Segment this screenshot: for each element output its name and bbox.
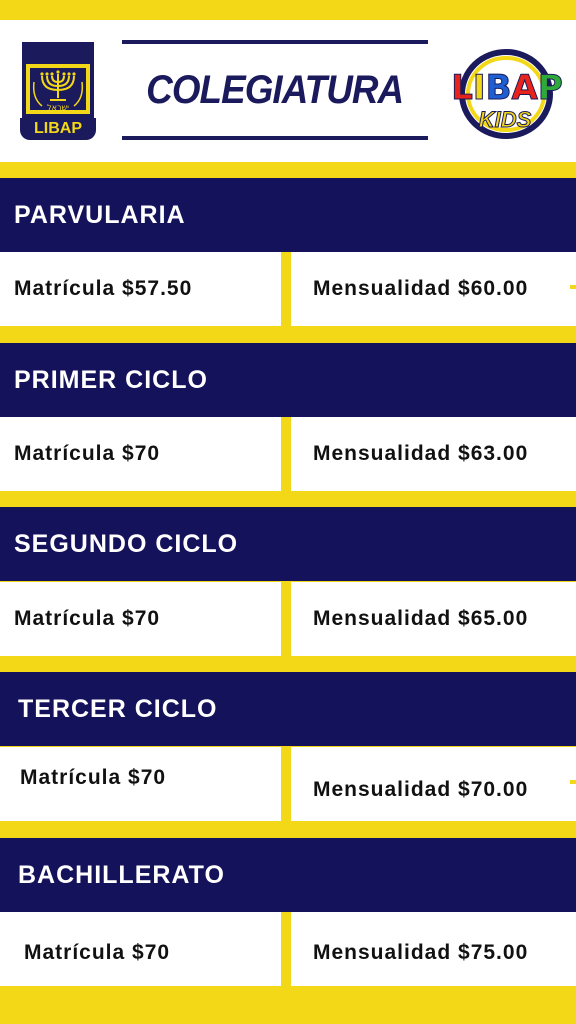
logo-letter-l: L: [451, 68, 474, 109]
section-tercer-ciclo: TERCER CICLO: [0, 672, 576, 746]
section-bachillerato: BACHILLERATO: [0, 838, 576, 912]
mensualidad-cell: Mensualidad $65.00: [291, 582, 576, 656]
section-title: SEGUNDO CICLO: [14, 530, 239, 558]
logo-hebrew-text: ישראל: [47, 103, 69, 112]
matricula-cell: Matrícula $70: [0, 582, 281, 656]
section-title: PARVULARIA: [14, 201, 186, 229]
mensualidad-text: Mensualidad $70.00: [313, 778, 529, 801]
title-box: COLEGIATURA: [122, 40, 428, 140]
logo-letter-p: P: [537, 68, 563, 109]
header: LICEO BAUTISTA PANAMERICANO ישראל LIBAP …: [0, 20, 576, 162]
mensualidad-text: Mensualidad $75.00: [313, 941, 529, 964]
logo-letter-b: B: [485, 68, 512, 109]
section-segundo-ciclo: SEGUNDO CICLO: [0, 507, 576, 581]
logo-line2: PANAMERICANO: [28, 52, 88, 60]
libap-logo: LICEO BAUTISTA PANAMERICANO ישראל LIBAP: [20, 42, 96, 140]
matricula-text: Matrícula $57.50: [14, 277, 193, 300]
mensualidad-cell: Mensualidad $75.00: [291, 912, 576, 986]
arrow-mark: [570, 780, 576, 784]
mensualidad-text: Mensualidad $65.00: [313, 607, 529, 630]
matricula-text: Matrícula $70: [20, 766, 167, 789]
matricula-cell: Matrícula $70: [0, 417, 281, 491]
section-primer-ciclo: PRIMER CICLO: [0, 343, 576, 417]
mensualidad-cell: Mensualidad $60.00: [291, 252, 576, 326]
libap-kids-letters: LIBAP: [448, 68, 566, 109]
libap-logo-label: LIBAP: [20, 118, 96, 140]
libap-kids-logo: LIBAP KIDS: [444, 40, 566, 140]
mensualidad-text: Mensualidad $60.00: [313, 277, 529, 300]
logo-line1: LICEO BAUTISTA: [26, 43, 90, 52]
matricula-text: Matrícula $70: [14, 607, 161, 630]
libap-kids-subtitle: KIDS: [478, 107, 532, 132]
section-parvularia: PARVULARIA: [0, 178, 576, 252]
arrow-mark: [570, 285, 576, 289]
section-title: BACHILLERATO: [18, 861, 225, 889]
libap-logo-top-text: LICEO BAUTISTA PANAMERICANO: [20, 42, 96, 61]
logo-letter-i: I: [472, 68, 486, 109]
mensualidad-cell: Mensualidad $63.00: [291, 417, 576, 491]
matricula-text: Matrícula $70: [14, 442, 161, 465]
page-title: COLEGIATURA: [146, 67, 404, 112]
logo-letter-a: A: [511, 68, 538, 109]
matricula-cell: Matrícula $70: [0, 747, 281, 821]
mensualidad-cell: Mensualidad $70.00: [291, 747, 576, 821]
mensualidad-text: Mensualidad $63.00: [313, 442, 529, 465]
matricula-cell: Matrícula $70: [0, 912, 281, 986]
section-title: TERCER CICLO: [18, 695, 218, 723]
matricula-text: Matrícula $70: [24, 941, 171, 964]
section-title: PRIMER CICLO: [14, 366, 208, 394]
matricula-cell: Matrícula $57.50: [0, 252, 281, 326]
